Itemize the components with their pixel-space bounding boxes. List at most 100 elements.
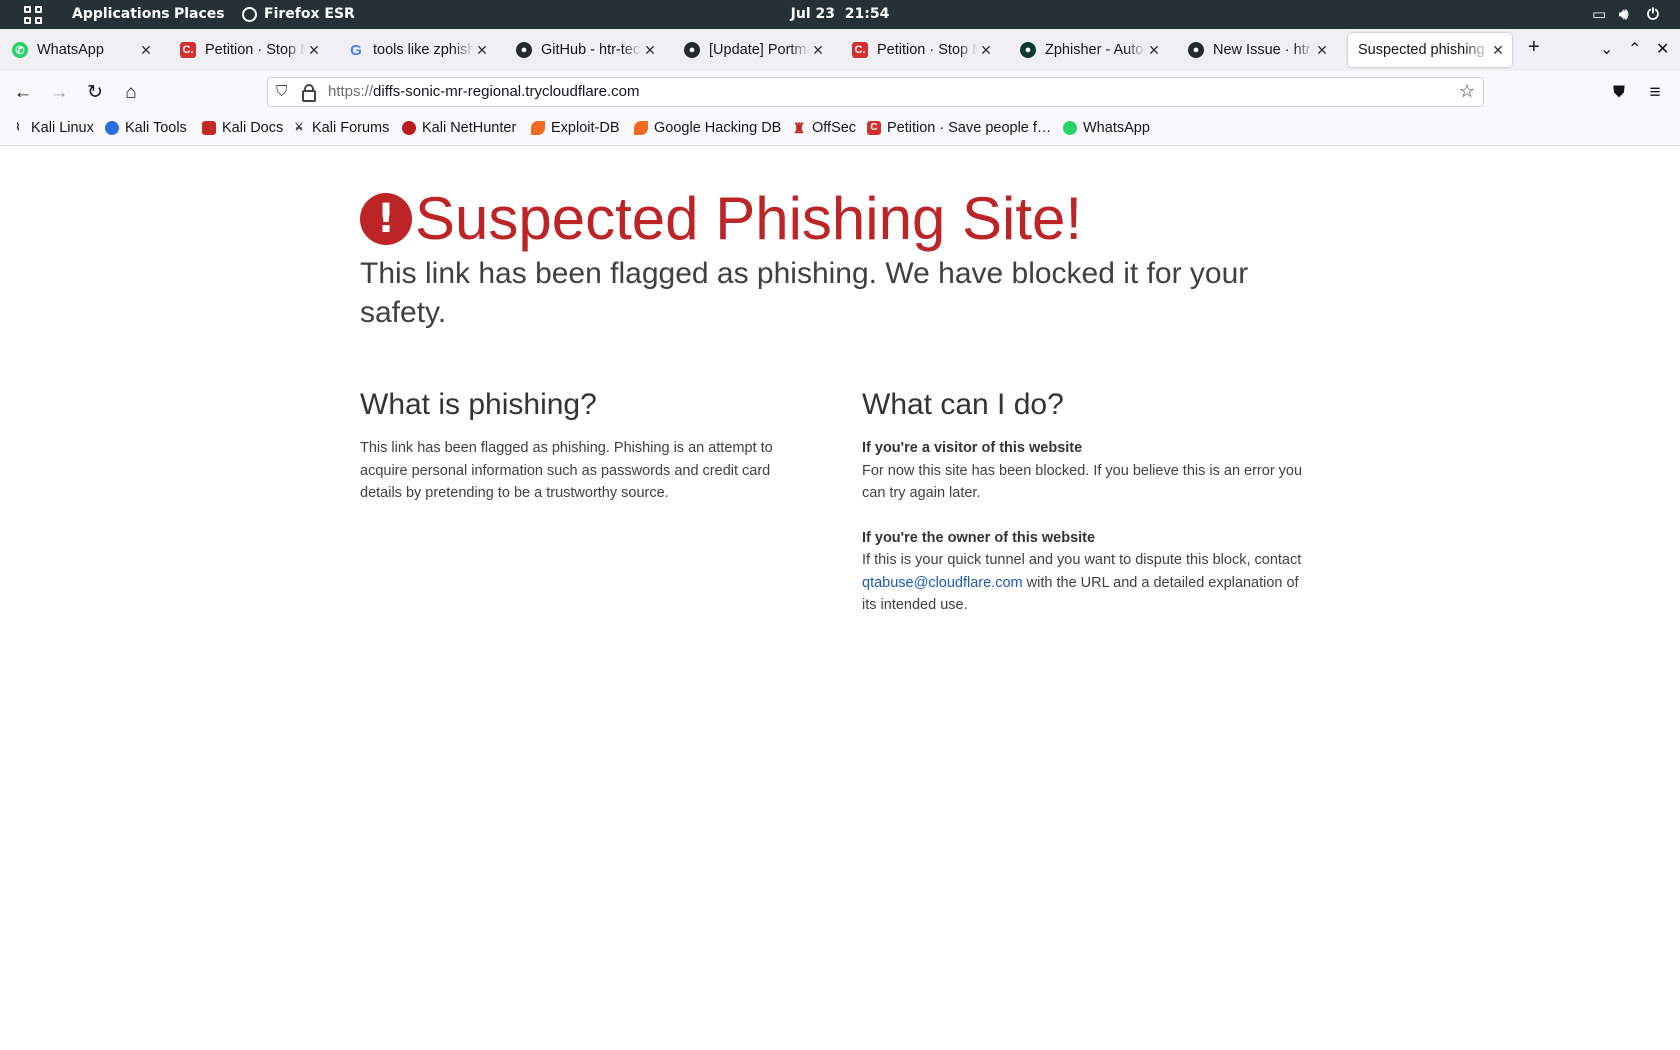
page-title: Suspected Phishing Site! <box>415 185 1083 252</box>
new-tab-button[interactable]: + <box>1528 36 1540 59</box>
tab-title: tools like zphishe <box>373 42 474 58</box>
close-icon[interactable]: ✕ <box>810 42 826 59</box>
tab-github[interactable]: ● GitHub - htr-tech ✕ <box>506 33 664 67</box>
close-window-icon[interactable]: ✕ <box>1656 39 1669 59</box>
tab-github-update[interactable]: ● [Update] Portmap ✕ <box>674 33 832 67</box>
exploit-db-icon <box>531 121 545 135</box>
bookmark-google-hacking-db[interactable]: Google Hacking DB <box>634 120 781 136</box>
bookmark-label: WhatsApp <box>1083 120 1150 136</box>
close-icon[interactable]: ✕ <box>474 42 490 59</box>
visitor-body: For now this site has been blocked. If y… <box>862 462 1303 502</box>
url-scheme: https:// <box>328 83 374 100</box>
clock-date: Jul 23 <box>790 6 835 22</box>
github-icon: ● <box>1188 42 1204 58</box>
section-body: This link has been flagged as phishing. … <box>360 440 773 501</box>
bookmark-label: Kali NetHunter <box>422 120 517 136</box>
home-button[interactable]: ⌂ <box>119 81 143 105</box>
reload-button[interactable]: ↻ <box>83 81 107 105</box>
bookmark-whatsapp[interactable]: WhatsApp <box>1063 120 1150 136</box>
close-icon[interactable]: ✕ <box>978 42 994 59</box>
volume-icon[interactable]: 🔊︎ <box>1619 5 1628 23</box>
warning-header: ! Suspected Phishing Site! This link has… <box>360 186 1310 332</box>
change-org-icon: C. <box>852 42 868 58</box>
tab-petition[interactable]: C. Petition · Stop Ma ✕ <box>170 33 328 67</box>
bookmark-exploit-db[interactable]: Exploit-DB <box>531 120 620 136</box>
bookmark-label: Google Hacking DB <box>654 120 782 136</box>
bookmarks-toolbar: ⌇ Kali Linux Kali Tools Kali Docs ⚔ Kali F… <box>0 115 1680 146</box>
kali-tools-icon <box>105 121 119 135</box>
whatsapp-icon <box>1063 121 1077 135</box>
tab-title: Suspected phishing <box>1358 42 1485 58</box>
bookmark-kali-tools[interactable]: Kali Tools <box>105 120 187 136</box>
power-icon[interactable]: ⏻ <box>1647 5 1659 23</box>
github-icon: ● <box>684 42 700 58</box>
close-icon[interactable]: ✕ <box>1314 42 1330 59</box>
kali-forums-icon: ⚔ <box>294 122 304 133</box>
bookmark-label: Kali Linux <box>31 120 94 136</box>
close-icon[interactable]: ✕ <box>138 42 154 59</box>
bookmark-label: Kali Forums <box>312 120 390 136</box>
clock[interactable]: Jul 23 21:54 <box>0 6 1680 22</box>
nethunter-icon <box>402 121 416 135</box>
section-heading: What can I do? <box>862 388 1064 421</box>
forward-button[interactable]: → <box>47 81 71 105</box>
url-text[interactable]: https://diffs-sonic-mr-regional.trycloud… <box>328 83 640 100</box>
bookmark-kali-linux[interactable]: ⌇ Kali Linux <box>11 120 94 136</box>
tab-title: Petition · Stop Ma <box>205 42 306 58</box>
tab-suspected-phishing[interactable]: Suspected phishing ✕ <box>1348 33 1512 67</box>
bookmark-kali-docs[interactable]: Kali Docs <box>202 120 283 136</box>
page-subtitle: This link has been flagged as phishing. … <box>360 257 1249 329</box>
tracking-protection-icon[interactable]: ⛉ <box>276 83 287 100</box>
url-bar[interactable]: ⛉ https://diffs-sonic-mr-regional.tryclo… <box>267 77 1484 107</box>
ghdb-icon <box>634 121 648 135</box>
bookmark-star-icon[interactable]: ☆ <box>1459 81 1475 102</box>
list-all-tabs-icon[interactable]: ⌄ <box>1600 39 1613 59</box>
section-heading: What is phishing? <box>360 388 597 421</box>
tab-zphisher[interactable]: ● Zphisher - Autom ✕ <box>1010 33 1168 67</box>
system-top-bar: Applications Places Firefox ESR Jul 23 2… <box>0 0 1680 29</box>
change-org-icon: C <box>867 121 881 135</box>
tab-title: WhatsApp <box>37 42 104 58</box>
tab-petition-2[interactable]: C. Petition · Stop Ma ✕ <box>842 33 1000 67</box>
what-is-phishing-section: What is phishing? This link has been fla… <box>360 386 800 505</box>
tab-strip: ✆ WhatsApp ✕ C. Petition · Stop Ma ✕ G t… <box>0 29 1680 71</box>
google-icon: G <box>350 41 362 59</box>
bookmark-label: Petition · Save people f… <box>887 120 1052 136</box>
tab-title: GitHub - htr-tech <box>541 42 642 58</box>
page-content: ! Suspected Phishing Site! This link has… <box>0 146 1680 1050</box>
whatsapp-icon: ✆ <box>12 42 28 58</box>
bookmark-label: Kali Tools <box>125 120 187 136</box>
bookmark-kali-forums[interactable]: ⚔ Kali Forums <box>292 120 390 136</box>
clock-time: 21:54 <box>844 6 890 22</box>
bookmark-petition[interactable]: C Petition · Save people f… <box>867 120 1051 136</box>
close-icon[interactable]: ✕ <box>1146 42 1162 59</box>
change-org-icon: C. <box>180 42 196 58</box>
tab-google-search[interactable]: G tools like zphishe ✕ <box>338 33 496 67</box>
abuse-email-link[interactable]: qtabuse@cloudflare.com <box>862 575 1023 591</box>
bookmark-label: Exploit-DB <box>551 120 620 136</box>
exclamation-icon: ! <box>360 193 412 245</box>
bookmark-offsec[interactable]: ♜ OffSec <box>792 120 856 136</box>
close-icon[interactable]: ✕ <box>306 42 322 59</box>
kali-dragon-icon: ⌇ <box>15 122 21 133</box>
close-icon[interactable]: ✕ <box>1490 42 1506 59</box>
maximize-icon[interactable]: ⌃ <box>1628 39 1641 59</box>
menu-icon[interactable]: ≡ <box>1643 81 1667 105</box>
lock-icon[interactable] <box>302 84 316 102</box>
screen-icon[interactable]: ▭ <box>1592 5 1606 23</box>
tab-whatsapp[interactable]: ✆ WhatsApp ✕ <box>2 33 160 67</box>
kali-docs-icon <box>202 121 216 135</box>
tab-title: Zphisher - Autom <box>1045 42 1146 58</box>
close-icon[interactable]: ✕ <box>642 42 658 59</box>
owner-body: If this is your quick tunnel and you wan… <box>862 549 1317 617</box>
back-button[interactable]: ← <box>11 81 35 105</box>
pocket-icon[interactable]: ⛊ <box>1607 81 1631 105</box>
bookmark-kali-nethunter[interactable]: Kali NetHunter <box>402 120 516 136</box>
owner-title: If you're the owner of this website <box>862 529 1096 546</box>
url-host: diffs-sonic-mr-regional.trycloudflare.co… <box>373 83 640 100</box>
tab-new-issue[interactable]: ● New Issue · htr-te ✕ <box>1178 33 1336 67</box>
bookmark-label: Kali Docs <box>222 120 284 136</box>
zphisher-icon: ● <box>1020 42 1036 58</box>
tab-title: New Issue · htr-te <box>1213 42 1314 58</box>
visitor-title: If you're a visitor of this website <box>862 440 1083 456</box>
